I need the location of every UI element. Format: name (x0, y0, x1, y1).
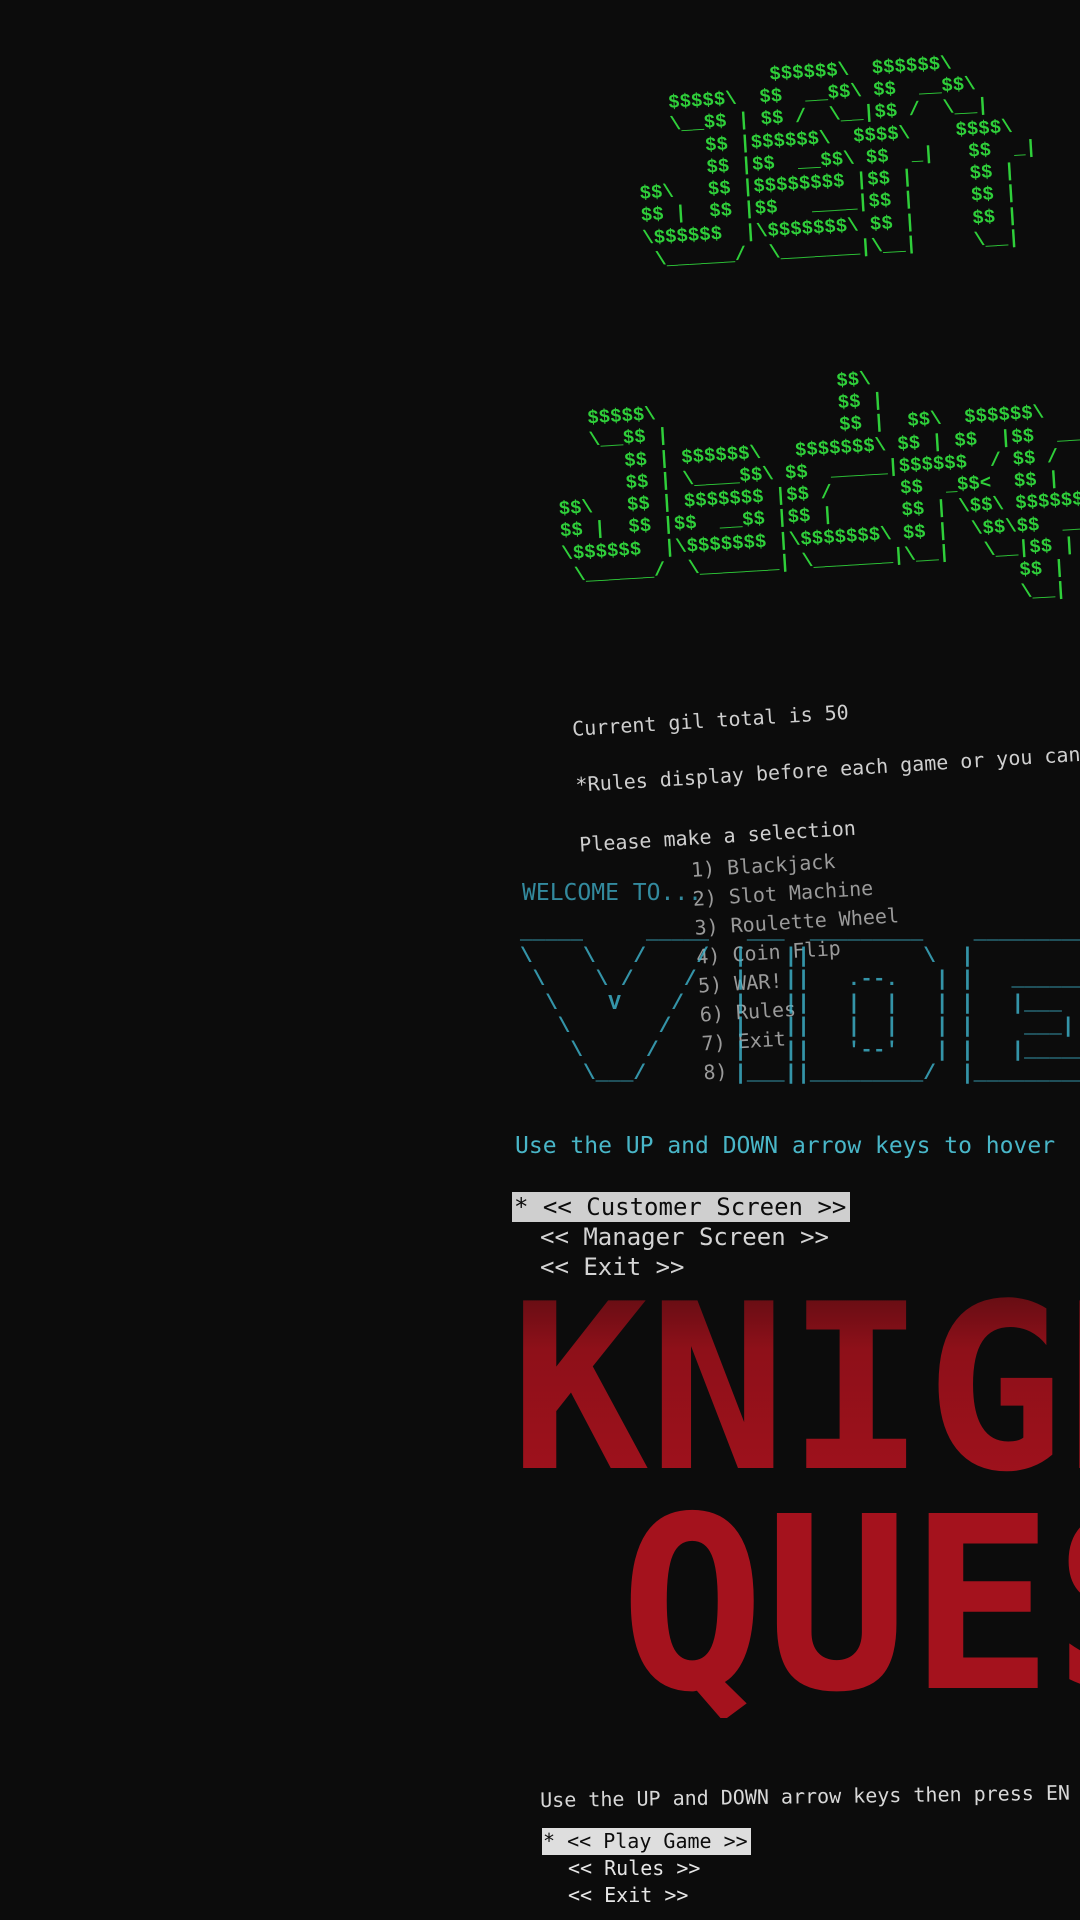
jeffs-ascii-banner: $$$$$$\ $$$$$$\ $$$$$\ $$ __$$\ $$ __$$\… (632, 52, 1038, 272)
video-instructions: Use the UP and DOWN arrow keys to hover (515, 1133, 1056, 1159)
customer-screen-label: << Customer Screen >> (542, 1193, 847, 1221)
play-game-option[interactable]: * << Play Game >> (542, 1828, 751, 1855)
knight-quest-menu: * << Play Game >> << Rules >> << Exit >> (542, 1828, 751, 1909)
knight-quest-console: KNIGHT QUEST Use the UP and DOWN arrow k… (520, 1248, 1080, 1920)
selection-marker: * (514, 1193, 529, 1221)
title-line-quest: QUEST (620, 1465, 1080, 1718)
play-game-label: << Play Game >> (567, 1829, 748, 1853)
rules-option[interactable]: << Rules >> (542, 1855, 751, 1882)
selection-marker: * (543, 1829, 556, 1853)
knight-quest-title-art: KNIGHT QUEST (520, 1256, 1080, 1718)
jackpot-ascii-banner: $$\ $$$$$\ $$ | \__$$ | $$ | $$\ $$$$$$\… (558, 368, 1080, 604)
customer-screen-option[interactable]: * << Customer Screen >> (512, 1192, 851, 1222)
jackpot-console: $$$$$$\ $$$$$$\ $$$$$\ $$ __$$\ $$ __$$\… (500, 5, 1080, 1084)
video-store-console: WELCOME TO... _____ _____ ___ _________ … (512, 870, 1080, 1310)
rules-note-text: *Rules display before each game or you c… (574, 740, 1080, 797)
gil-total-text: Current gil total is 50 (571, 699, 850, 741)
exit-option[interactable]: << Exit >> (542, 1882, 751, 1909)
knight-instructions: Use the UP and DOWN arrow keys then pres… (540, 1780, 1071, 1812)
welcome-text: WELCOME TO... (522, 880, 703, 906)
video-ascii-banner: _____ _____ ___ _________ _________ \ \ … (520, 922, 1080, 1087)
